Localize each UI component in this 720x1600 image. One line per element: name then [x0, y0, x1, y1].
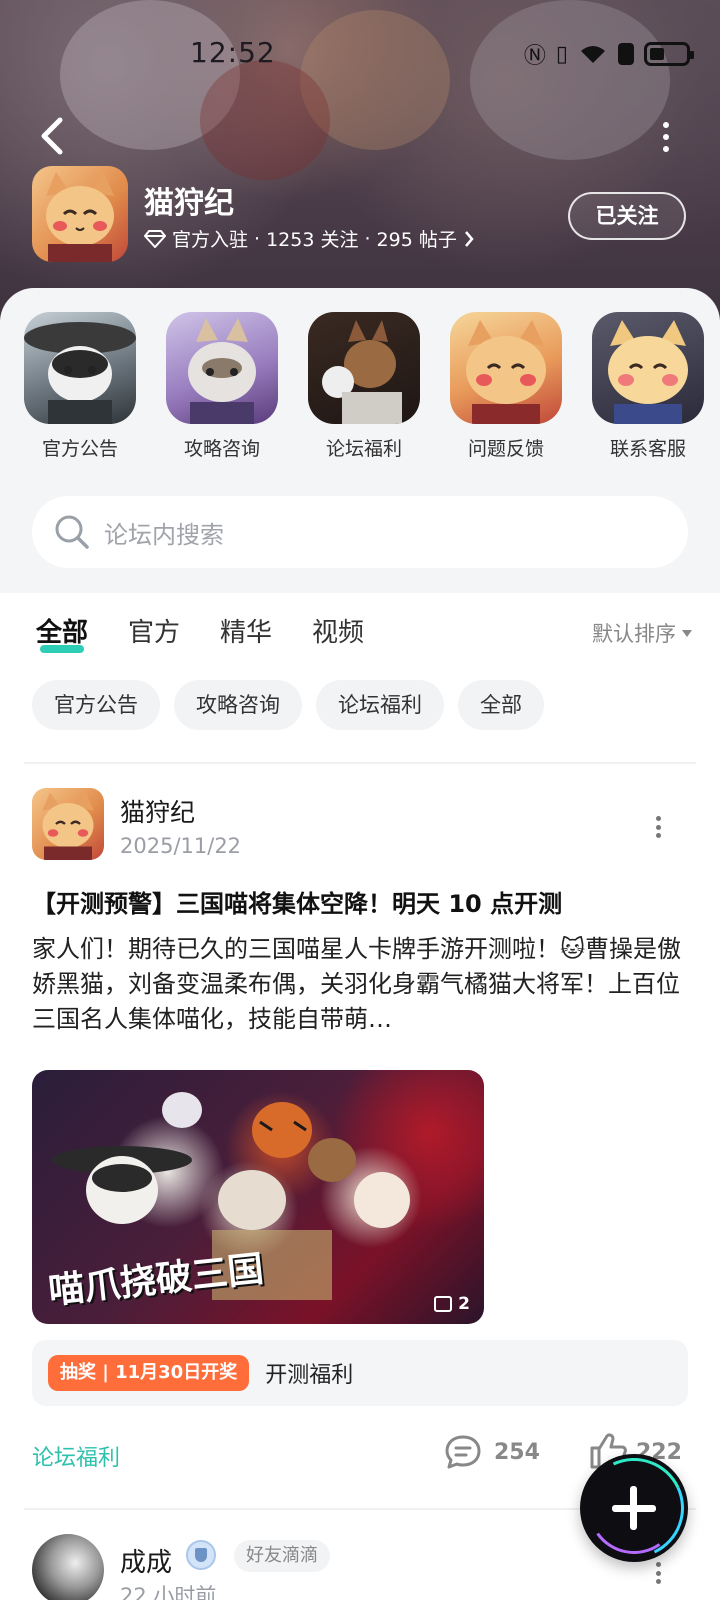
divider — [24, 762, 696, 764]
image-icon — [434, 1296, 453, 1312]
alert-icon — [618, 43, 634, 65]
tab-featured[interactable]: 精华 — [220, 612, 272, 649]
post2-author-avatar[interactable] — [32, 1534, 104, 1600]
shortcut-label: 论坛福利 — [325, 438, 402, 460]
vibrate-icon: ▯ — [555, 41, 568, 67]
image-count-badge: 2 — [434, 1294, 470, 1314]
post2-time: 22 小时前 — [120, 1584, 217, 1600]
meta-dot: · — [364, 227, 371, 250]
welfare-thumb — [308, 312, 420, 424]
more-options-icon[interactable] — [660, 122, 672, 152]
plus-icon — [630, 1486, 637, 1530]
lottery-tag: 抽奖 | 11月30日开奖 — [48, 1355, 250, 1391]
post-image[interactable]: 喵爪挠破三国 2 — [32, 1070, 484, 1324]
cat-art — [188, 318, 256, 424]
feedback-thumb — [450, 312, 562, 424]
sort-dropdown[interactable]: 默认排序 — [592, 618, 692, 648]
shortcut-list: 官方公告 攻略咨询 论坛福利 问题反馈 联系客服 — [24, 312, 704, 461]
forum-header-banner: 12:52 Ⓝ ▯ 猫狩纪 官方入驻 · 1253 关注 · 295 帖子 已关… — [0, 0, 720, 320]
shortcut-feedback[interactable]: 问题反馈 — [450, 312, 562, 461]
friend-tag: 好友滴滴 — [234, 1540, 330, 1572]
lottery-banner[interactable]: 抽奖 | 11月30日开奖 开测福利 — [32, 1340, 688, 1406]
guides-thumb — [166, 312, 278, 424]
back-arrow-icon[interactable] — [34, 112, 70, 160]
battery-icon — [644, 42, 694, 66]
search-icon — [55, 515, 89, 549]
shortcut-guides[interactable]: 攻略咨询 — [166, 312, 278, 461]
cat-avatar-art — [42, 792, 94, 860]
shortcut-welfare[interactable]: 论坛福利 — [308, 312, 420, 461]
forum-title: 猫狩纪 — [144, 186, 234, 221]
cat-art — [322, 320, 402, 424]
shortcut-label: 联系客服 — [609, 438, 686, 460]
post-date: 2025/11/22 — [120, 834, 242, 858]
search-input[interactable]: 论坛内搜索 — [104, 515, 224, 550]
post-title[interactable]: 【开测预警】三国喵将集体空降！明天 10 点开测 — [32, 884, 562, 919]
cat-avatar-art — [46, 172, 114, 262]
caret-down-icon — [682, 629, 692, 637]
meta-dot: · — [254, 227, 261, 250]
post-body[interactable]: 家人们！期待已久的三国喵星人卡牌手游开测啦！🐱曹操是傲娇黑猫，刘备变温柔布偶，关… — [32, 932, 692, 1037]
post-topic-link[interactable]: 论坛福利 — [32, 1440, 120, 1472]
status-time: 12:52 — [190, 36, 276, 69]
search-bar[interactable]: 论坛内搜索 — [32, 496, 688, 568]
cat-art — [24, 322, 136, 424]
nfc-icon: Ⓝ — [523, 44, 546, 69]
plus-icon — [612, 1505, 656, 1512]
post-author-avatar[interactable] — [32, 788, 104, 860]
feed-tabs: 全部 官方 精华 视频 — [36, 612, 364, 653]
forum-shortcuts-card: 官方公告 攻略咨询 论坛福利 问题反馈 联系客服 论坛内搜索 — [0, 288, 720, 593]
lottery-text: 开测福利 — [265, 1363, 354, 1388]
forum-meta[interactable]: 官方入驻 · 1253 关注 · 295 帖子 — [144, 225, 475, 252]
post2-more-icon[interactable] — [654, 1562, 662, 1584]
diamond-icon — [144, 229, 166, 248]
wifi-icon — [581, 46, 605, 63]
support-thumb — [592, 312, 704, 424]
chevron-right-icon — [464, 230, 474, 247]
comment-count: 254 — [494, 1440, 540, 1465]
chip-welfare[interactable]: 论坛福利 — [316, 680, 444, 730]
user-level-icon — [186, 1540, 216, 1570]
tab-official[interactable]: 官方 — [128, 612, 180, 649]
shortcut-label: 攻略咨询 — [183, 438, 260, 460]
shortcut-announcement[interactable]: 官方公告 — [24, 312, 136, 461]
shortcut-label: 官方公告 — [41, 438, 118, 460]
chip-guides[interactable]: 攻略咨询 — [174, 680, 302, 730]
post-more-icon[interactable] — [654, 816, 662, 838]
banner-art — [200, 60, 330, 180]
shortcut-support[interactable]: 联系客服 — [592, 312, 704, 461]
chip-announcement[interactable]: 官方公告 — [32, 680, 160, 730]
create-post-button[interactable] — [580, 1454, 688, 1562]
post2-author-name[interactable]: 成成 — [120, 1542, 172, 1579]
tab-all[interactable]: 全部 — [36, 612, 88, 653]
chip-all[interactable]: 全部 — [458, 680, 544, 730]
sort-label: 默认排序 — [592, 622, 676, 646]
tab-video[interactable]: 视频 — [312, 612, 364, 649]
follow-button[interactable]: 已关注 — [568, 192, 686, 240]
follower-count: 1253 关注 — [266, 229, 359, 251]
forum-avatar — [32, 166, 128, 262]
official-badge: 官方入驻 — [172, 229, 249, 251]
category-chips: 官方公告 攻略咨询 论坛福利 全部 — [32, 680, 544, 730]
image-count: 2 — [458, 1294, 470, 1314]
shortcut-label: 问题反馈 — [467, 438, 544, 460]
cat-art — [608, 320, 688, 424]
post-count: 295 帖子 — [376, 229, 457, 251]
comment-icon[interactable] — [444, 1434, 482, 1470]
cat-art — [466, 320, 546, 424]
banner-art — [470, 0, 670, 160]
status-bar: 12:52 Ⓝ ▯ — [0, 28, 720, 78]
post-author-name[interactable]: 猫狩纪 — [120, 793, 195, 829]
status-icons: Ⓝ ▯ — [523, 38, 694, 70]
announcement-thumb — [24, 312, 136, 424]
